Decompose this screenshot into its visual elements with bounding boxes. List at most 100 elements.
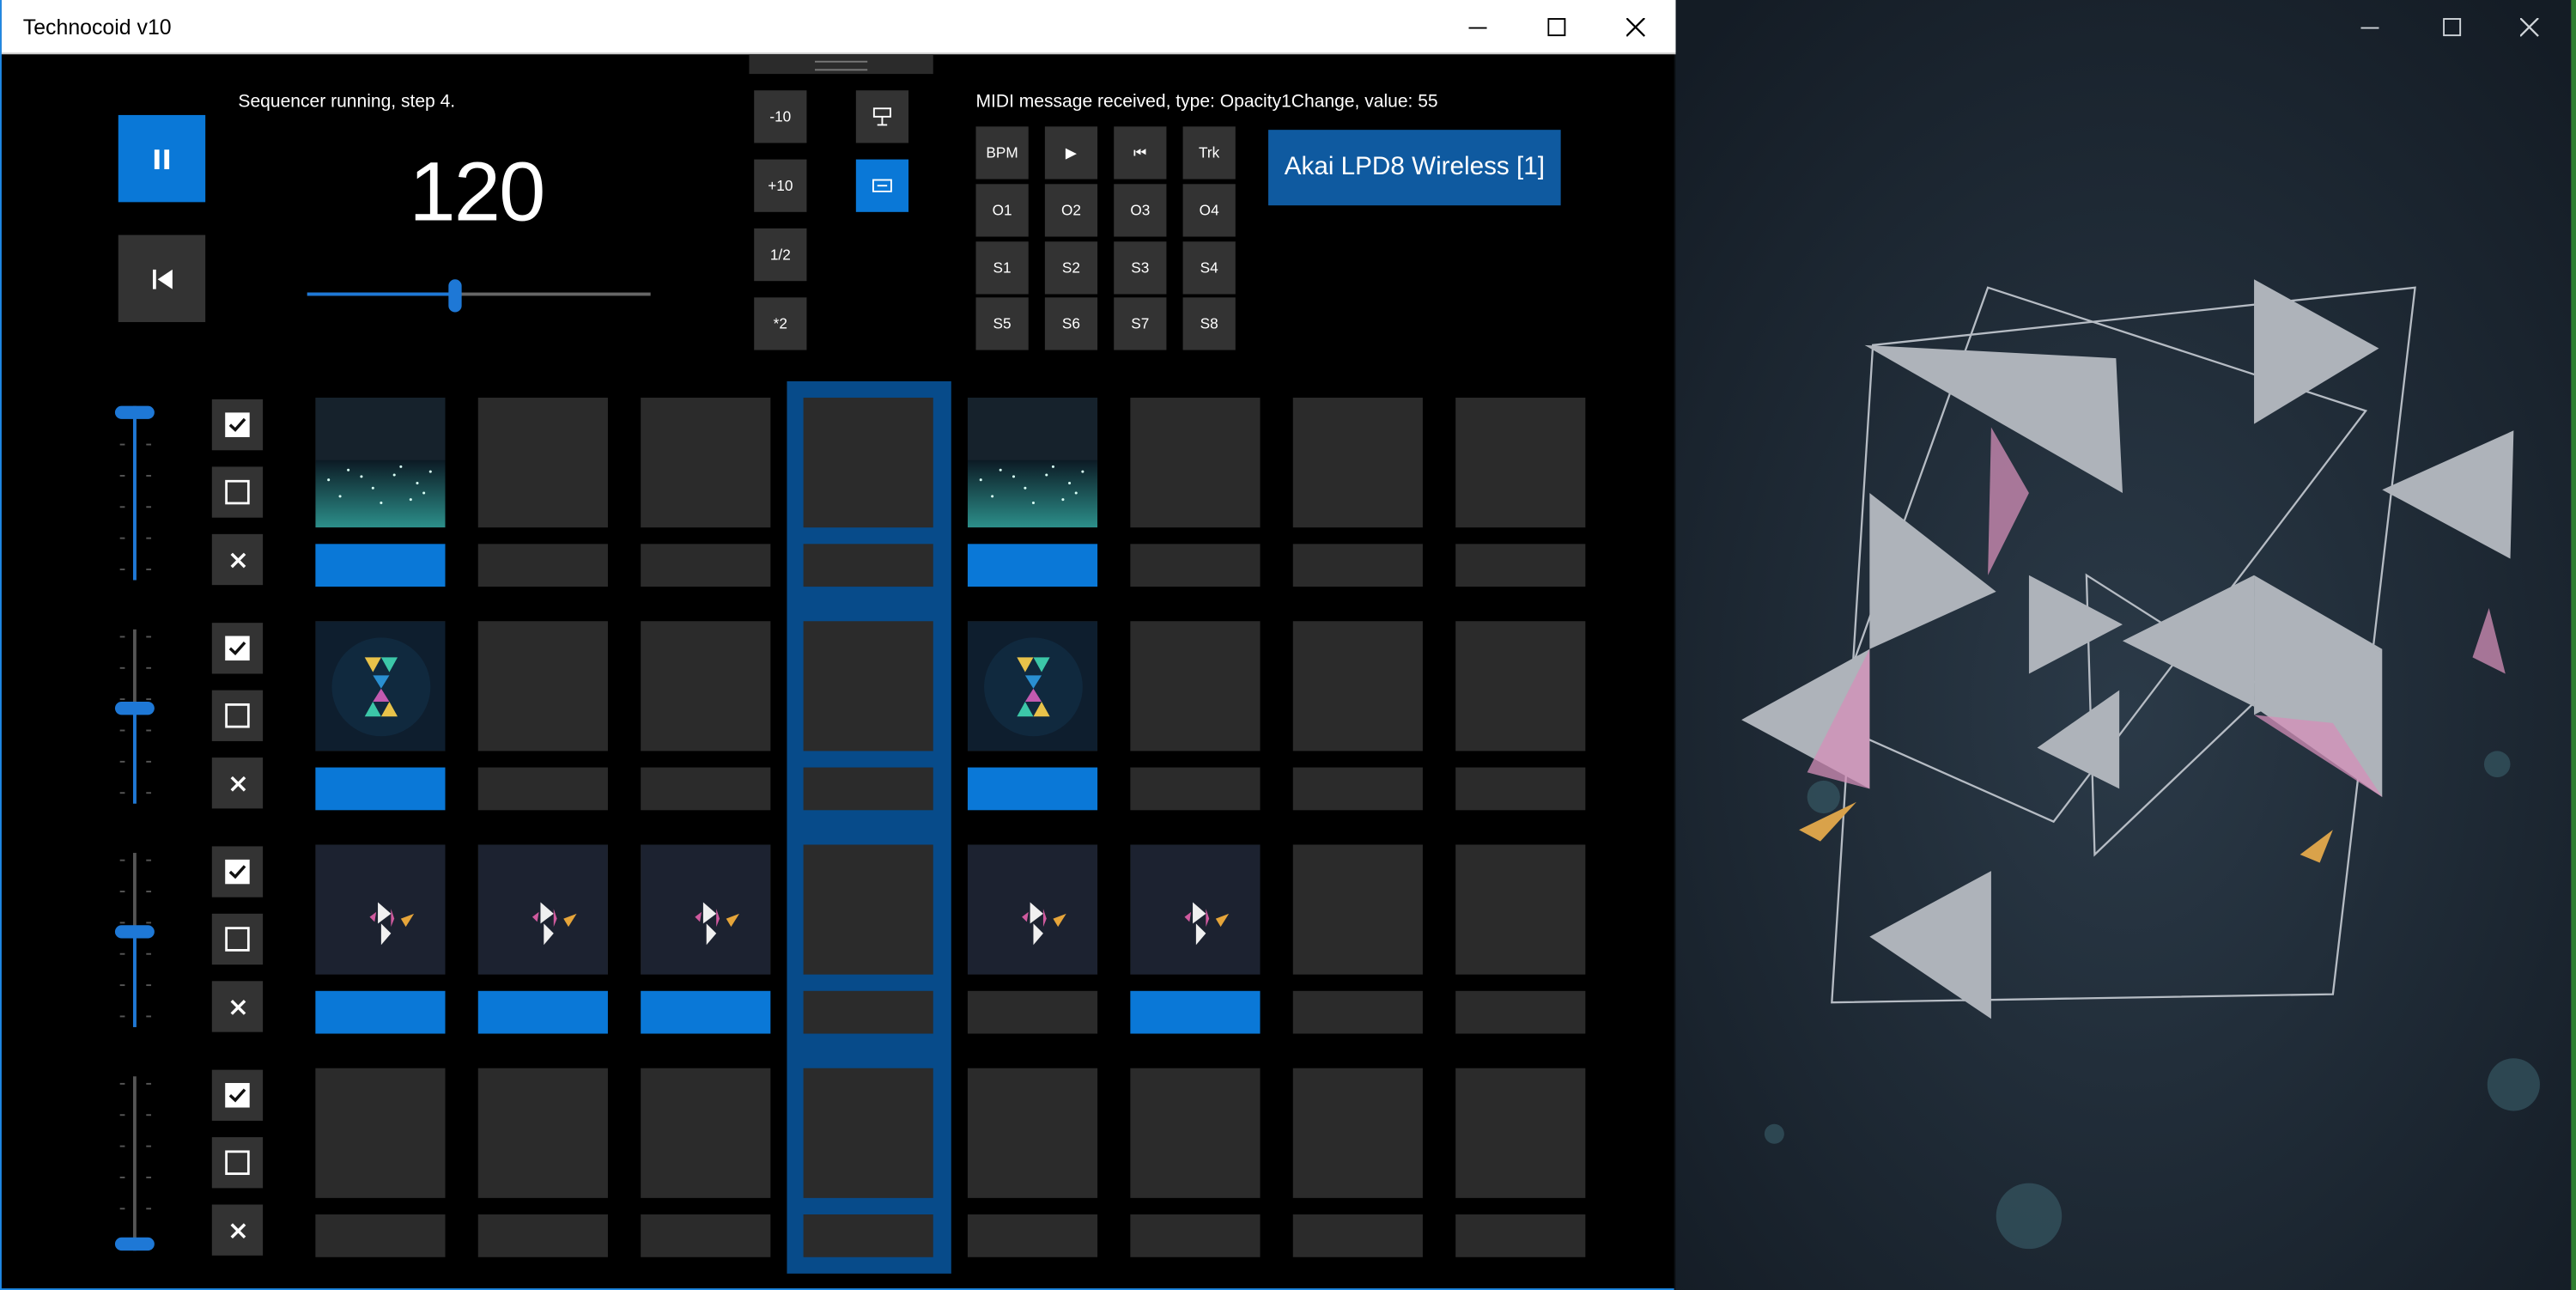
midi-map-button-1-3[interactable]: O4 [1182, 184, 1236, 237]
step-toggle[interactable] [1292, 1214, 1423, 1257]
step-toggle[interactable] [1130, 767, 1261, 811]
clip-cell[interactable] [1130, 398, 1261, 528]
clip-cell[interactable] [641, 621, 771, 751]
midi-map-button-1-1[interactable]: O2 [1044, 184, 1098, 237]
step-toggle[interactable] [641, 767, 771, 811]
clip-cell[interactable] [1130, 621, 1261, 751]
clear-track-button-3[interactable] [211, 981, 264, 1032]
step-toggle[interactable] [1455, 990, 1586, 1034]
bpm-double-button[interactable]: *2 [754, 297, 807, 350]
midi-map-button-2-0[interactable]: S1 [975, 241, 1029, 295]
select-all-button-2[interactable] [211, 623, 264, 674]
midi-map-button-3-3[interactable]: S8 [1182, 297, 1236, 350]
title-bar[interactable]: Technocoid v10 [1, 0, 1676, 55]
step-toggle[interactable] [1292, 544, 1423, 587]
bpm-half-button[interactable]: 1/2 [754, 228, 807, 282]
maximize-button[interactable] [1520, 0, 1595, 54]
step-toggle[interactable] [1292, 990, 1423, 1034]
step-toggle[interactable] [1455, 1214, 1586, 1257]
select-all-button-4[interactable] [211, 1069, 264, 1121]
step-toggle[interactable] [477, 544, 608, 587]
clip-cell[interactable] [477, 398, 608, 528]
step-toggle[interactable] [803, 767, 933, 811]
clear-track-button-2[interactable] [211, 758, 264, 809]
step-toggle[interactable] [477, 1214, 608, 1257]
clip-cell[interactable] [1455, 1068, 1586, 1198]
midi-map-button-3-2[interactable]: S7 [1114, 297, 1167, 350]
midi-map-button-0-1[interactable]: ▶ [1044, 126, 1098, 180]
clip-cell[interactable] [315, 844, 446, 975]
step-toggle[interactable] [1130, 1214, 1261, 1257]
clip-cell[interactable] [803, 398, 933, 528]
track-opacity-thumb[interactable] [114, 405, 155, 419]
midi-map-button-0-3[interactable]: Trk [1182, 126, 1236, 180]
rewind-button[interactable] [118, 234, 206, 323]
select-none-button-3[interactable] [211, 913, 264, 965]
presenter-button[interactable] [855, 90, 909, 143]
clip-cell[interactable] [1455, 621, 1586, 751]
midi-device-button[interactable]: Akai LPD8 Wireless [1] [1268, 130, 1561, 206]
clear-track-button-1[interactable] [211, 533, 264, 586]
step-toggle[interactable] [641, 544, 771, 587]
step-toggle[interactable] [641, 1214, 771, 1257]
step-toggle[interactable] [803, 990, 933, 1034]
clip-cell[interactable] [967, 621, 1098, 751]
output-close-button[interactable] [2492, 0, 2567, 54]
midi-map-button-2-2[interactable]: S3 [1114, 241, 1167, 295]
bpm-slider-thumb[interactable] [448, 279, 462, 313]
step-toggle[interactable] [641, 990, 771, 1034]
midi-map-button-0-0[interactable]: BPM [975, 126, 1029, 180]
clip-cell[interactable] [315, 621, 446, 751]
track-opacity-slider-1[interactable] [112, 405, 158, 581]
clip-cell[interactable] [641, 398, 771, 528]
step-toggle[interactable] [1130, 990, 1261, 1034]
track-opacity-slider-3[interactable] [112, 853, 158, 1027]
clip-cell[interactable] [1292, 621, 1423, 751]
output-maximize-button[interactable] [2415, 0, 2491, 54]
step-toggle[interactable] [967, 544, 1098, 587]
step-toggle[interactable] [315, 1214, 446, 1257]
bpm-minus-10-button[interactable]: -10 [754, 90, 807, 143]
track-opacity-thumb[interactable] [114, 925, 155, 939]
midi-map-button-0-2[interactable]: ⏮ [1114, 126, 1167, 180]
clip-cell[interactable] [315, 1068, 446, 1198]
step-toggle[interactable] [315, 767, 446, 811]
select-none-button-4[interactable] [211, 1137, 264, 1189]
step-toggle[interactable] [1455, 767, 1586, 811]
clip-cell[interactable] [477, 1068, 608, 1198]
clip-cell[interactable] [967, 1068, 1098, 1198]
select-all-button-3[interactable] [211, 846, 264, 898]
step-toggle[interactable] [1455, 544, 1586, 587]
step-toggle[interactable] [803, 1214, 933, 1257]
close-button[interactable] [1599, 0, 1674, 54]
output-window-toggle[interactable] [855, 159, 909, 212]
midi-map-button-2-3[interactable]: S4 [1182, 241, 1236, 295]
clip-cell[interactable] [803, 1068, 933, 1198]
track-opacity-slider-2[interactable] [112, 629, 158, 804]
clear-track-button-4[interactable] [211, 1204, 264, 1256]
clip-cell[interactable] [315, 398, 446, 528]
step-toggle[interactable] [477, 990, 608, 1034]
clip-cell[interactable] [1455, 844, 1586, 975]
step-toggle[interactable] [1292, 767, 1423, 811]
clip-cell[interactable] [641, 1068, 771, 1198]
select-none-button-2[interactable] [211, 690, 264, 741]
clip-cell[interactable] [803, 621, 933, 751]
pause-button[interactable] [118, 114, 206, 203]
bpm-slider[interactable] [307, 279, 651, 313]
step-toggle[interactable] [477, 767, 608, 811]
step-toggle[interactable] [967, 1214, 1098, 1257]
clip-cell[interactable] [1292, 1068, 1423, 1198]
clip-cell[interactable] [477, 621, 608, 751]
clip-cell[interactable] [1130, 844, 1261, 975]
clip-cell[interactable] [1292, 398, 1423, 528]
clip-cell[interactable] [477, 844, 608, 975]
track-opacity-thumb[interactable] [114, 702, 155, 715]
step-toggle[interactable] [315, 544, 446, 587]
clip-cell[interactable] [641, 844, 771, 975]
step-toggle[interactable] [967, 767, 1098, 811]
midi-map-button-3-0[interactable]: S5 [975, 297, 1029, 350]
midi-map-button-1-2[interactable]: O3 [1114, 184, 1167, 237]
midi-map-button-1-0[interactable]: O1 [975, 184, 1029, 237]
track-opacity-thumb[interactable] [114, 1237, 155, 1251]
